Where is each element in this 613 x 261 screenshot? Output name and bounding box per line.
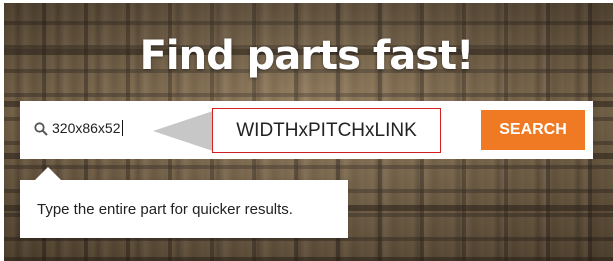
search-input-value: 320x86x52	[52, 120, 121, 136]
callout-arrow	[153, 111, 213, 151]
search-tooltip: Type the entire part for quicker results…	[20, 180, 348, 238]
tooltip-text: Type the entire part for quicker results…	[37, 201, 293, 218]
tooltip-pointer	[34, 167, 62, 181]
search-button[interactable]: SEARCH	[481, 110, 585, 150]
search-input[interactable]: 320x86x52	[52, 120, 123, 136]
text-caret	[121, 120, 123, 136]
hero-headline: Find parts fast!	[139, 33, 475, 79]
screenshot-frame: Find parts fast! 320x86x52 WIDTHxPITCHxL…	[0, 0, 613, 261]
format-hint-callout: WIDTHxPITCHxLINK	[212, 108, 441, 153]
search-icon	[34, 122, 48, 136]
